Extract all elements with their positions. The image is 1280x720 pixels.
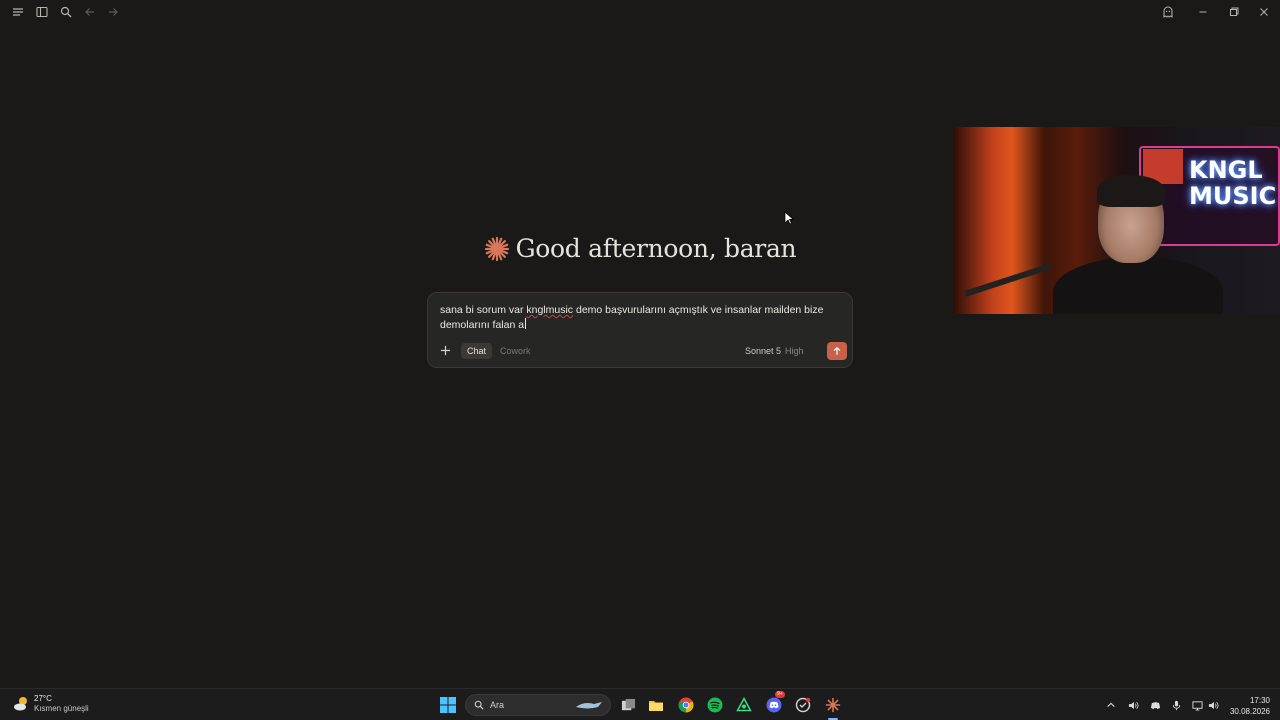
neon-sign: KNGL MUSIC bbox=[1189, 156, 1277, 210]
discord-badge: 9+ bbox=[775, 691, 785, 698]
file-explorer-button[interactable] bbox=[647, 696, 665, 714]
claude-star-icon bbox=[484, 236, 509, 261]
misspelled-word: knglmusic bbox=[526, 304, 574, 316]
volume-icon[interactable] bbox=[1207, 699, 1219, 711]
greeting-text: Good afternoon, baran bbox=[515, 234, 797, 263]
arrow-up-icon bbox=[833, 346, 841, 355]
clock[interactable]: 17:30 30.08.2026 bbox=[1226, 695, 1270, 717]
sidebar-toggle-icon[interactable] bbox=[34, 4, 50, 20]
clock-date: 30.08.2026 bbox=[1229, 707, 1270, 716]
minimize-icon[interactable] bbox=[1195, 4, 1211, 20]
chrome-button[interactable] bbox=[677, 696, 695, 714]
mic-arm bbox=[964, 263, 1052, 297]
model-selector[interactable]: Sonnet 5 High bbox=[745, 346, 804, 356]
text-caret bbox=[525, 318, 527, 329]
discord-tray-icon[interactable] bbox=[1149, 699, 1161, 711]
weather-widget[interactable]: 27°C Kısmen güneşli bbox=[12, 694, 89, 714]
speaker-tray-icon[interactable] bbox=[1127, 699, 1139, 711]
search-highlight-icon bbox=[576, 702, 602, 709]
taskbar-search[interactable]: Ara bbox=[465, 694, 611, 716]
search-placeholder: Ara bbox=[490, 700, 505, 710]
input-text-part: sana bi sorum var bbox=[440, 304, 527, 316]
effort-level: High bbox=[785, 346, 804, 356]
close-icon[interactable] bbox=[1256, 4, 1272, 20]
microphone-icon[interactable] bbox=[1170, 699, 1182, 711]
windows-icon bbox=[440, 697, 456, 713]
partly-sunny-icon bbox=[14, 697, 27, 711]
claude-star-icon bbox=[825, 697, 841, 713]
task-view-icon bbox=[621, 698, 635, 710]
mode-chat-button[interactable]: Chat bbox=[461, 342, 493, 359]
restore-icon[interactable] bbox=[1226, 4, 1242, 20]
search-icon[interactable] bbox=[58, 4, 74, 20]
search-icon bbox=[474, 700, 484, 710]
weather-desc: Kısmen güneşli bbox=[34, 704, 89, 713]
app-circle-button[interactable] bbox=[794, 696, 812, 714]
forward-arrow-icon[interactable] bbox=[105, 4, 121, 20]
spotify-icon bbox=[707, 697, 723, 713]
circle-app-icon bbox=[795, 697, 811, 713]
back-arrow-icon[interactable] bbox=[82, 4, 98, 20]
claude-app-button[interactable] bbox=[824, 696, 842, 714]
mouse-cursor-icon bbox=[784, 211, 794, 225]
menu-icon[interactable] bbox=[10, 4, 26, 20]
discord-icon bbox=[766, 697, 782, 713]
triangle-app-icon bbox=[736, 697, 752, 712]
task-view-button[interactable] bbox=[619, 696, 637, 714]
taskbar: 27°C Kısmen güneşli Ara 9+ 17:30 30.08.2… bbox=[0, 688, 1280, 720]
start-button[interactable] bbox=[439, 696, 457, 714]
mode-cowork-button[interactable]: Cowork bbox=[494, 343, 537, 359]
webcam-overlay: KNGL MUSIC bbox=[953, 127, 1280, 314]
streamer-hair bbox=[1097, 175, 1165, 207]
add-attachment-button[interactable] bbox=[438, 343, 452, 357]
send-button[interactable] bbox=[827, 342, 847, 360]
weather-temp: 27°C bbox=[34, 694, 52, 703]
streamer-body bbox=[1053, 257, 1223, 314]
discord-button[interactable]: 9+ bbox=[765, 691, 785, 714]
clock-time: 17:30 bbox=[1249, 696, 1270, 705]
folder-icon bbox=[649, 701, 663, 711]
message-input[interactable]: sana bi sorum var knglmusic demo başvuru… bbox=[440, 303, 848, 333]
ghost-mode-icon[interactable] bbox=[1160, 4, 1176, 20]
network-icon[interactable] bbox=[1191, 699, 1203, 711]
message-composer[interactable]: sana bi sorum var knglmusic demo başvuru… bbox=[427, 292, 853, 368]
chevron-up-icon[interactable] bbox=[1105, 699, 1117, 711]
title-bar bbox=[0, 0, 1280, 24]
app-green-button[interactable] bbox=[735, 696, 753, 714]
plus-icon bbox=[440, 345, 450, 355]
spotify-button[interactable] bbox=[706, 696, 724, 714]
mode-toggle: Chat Cowork bbox=[461, 342, 537, 359]
model-name: Sonnet 5 bbox=[745, 346, 782, 356]
chrome-icon bbox=[678, 697, 694, 713]
